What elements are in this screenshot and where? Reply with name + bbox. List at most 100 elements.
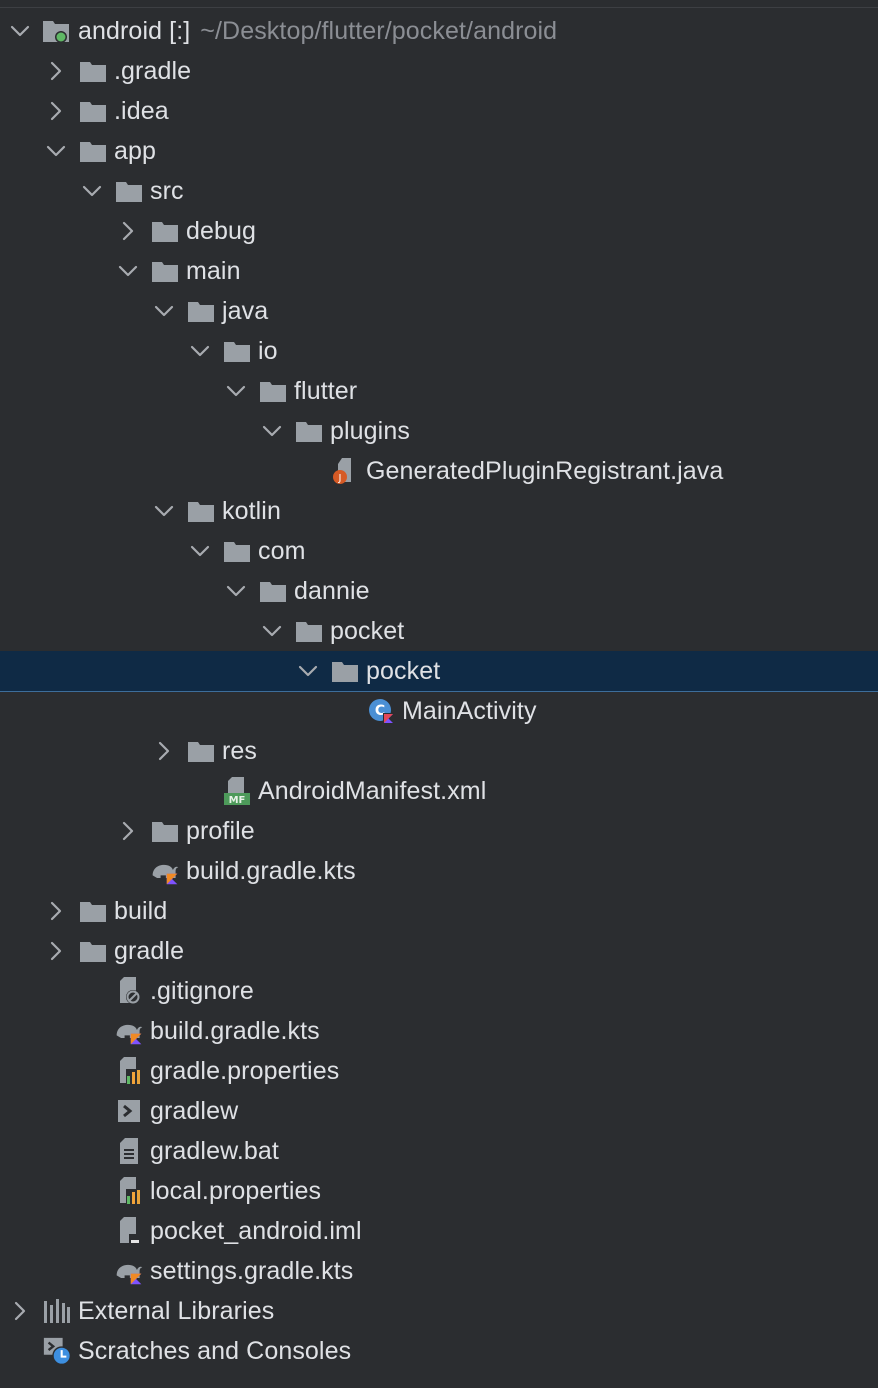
gradle-kts-icon (114, 1016, 144, 1046)
tree-node-label: res (222, 736, 258, 765)
folder-icon (222, 336, 252, 366)
tree-row-scratches-and-consoles[interactable]: Scratches and Consoles (0, 1331, 878, 1371)
folder-icon (258, 576, 288, 606)
tree-row-pocket[interactable]: pocket (0, 651, 878, 692)
tree-row-local-properties[interactable]: local.properties (0, 1171, 878, 1211)
tree-row-plugins[interactable]: plugins (0, 411, 878, 451)
folder-icon (78, 56, 108, 86)
chevron-down-icon[interactable] (224, 379, 248, 403)
libraries-icon (42, 1296, 72, 1326)
module-path: ~/Desktop/flutter/pocket/android (200, 16, 558, 45)
shell-script-icon (114, 1096, 144, 1126)
tree-row-androidmanifest-xml[interactable]: MF AndroidManifest.xml (0, 771, 878, 811)
tree-node-label: src (150, 176, 184, 205)
folder-icon (294, 416, 324, 446)
tree-row-app[interactable]: app (0, 131, 878, 171)
chevron-down-icon[interactable] (44, 139, 68, 163)
folder-icon (114, 176, 144, 206)
tree-row-kotlin[interactable]: kotlin (0, 491, 878, 531)
tree-row-build[interactable]: build (0, 891, 878, 931)
tree-node-label: local.properties (150, 1176, 322, 1205)
tree-row-gitignore[interactable]: .gitignore (0, 971, 878, 1011)
folder-icon (186, 496, 216, 526)
chevron-right-icon[interactable] (116, 219, 140, 243)
gradle-kts-icon (150, 856, 180, 886)
tree-row-java[interactable]: java (0, 291, 878, 331)
chevron-down-icon[interactable] (188, 539, 212, 563)
chevron-right-icon[interactable] (44, 99, 68, 123)
tree-row-build-gradle-kts[interactable]: build.gradle.kts (0, 851, 878, 891)
ignore-file-icon (114, 976, 144, 1006)
chevron-right-icon[interactable] (116, 819, 140, 843)
tree-row-gradlew-bat[interactable]: gradlew.bat (0, 1131, 878, 1171)
chevron-down-icon[interactable] (224, 579, 248, 603)
tree-row-generatedpluginregistrant-java[interactable]: J GeneratedPluginRegistrant.java (0, 451, 878, 491)
text-file-icon (114, 1136, 144, 1166)
tree-node-label: .idea (114, 96, 169, 125)
tree-row-gradle[interactable]: gradle (0, 931, 878, 971)
chevron-down-icon[interactable] (152, 299, 176, 323)
chevron-right-icon[interactable] (44, 939, 68, 963)
properties-file-icon (114, 1056, 144, 1086)
tree-row-profile[interactable]: profile (0, 811, 878, 851)
chevron-down-icon[interactable] (188, 339, 212, 363)
tree-row-gradlew[interactable]: gradlew (0, 1091, 878, 1131)
tree-node-label: pocket (330, 616, 405, 645)
tree-node-label: dannie (294, 576, 370, 605)
tree-row-android[interactable]: android [:] ~/Desktop/flutter/pocket/andr… (0, 11, 878, 51)
tree-row-idea[interactable]: .idea (0, 91, 878, 131)
module-folder-icon (42, 16, 72, 46)
svg-text:MF: MF (229, 795, 246, 806)
tree-row-main[interactable]: main (0, 251, 878, 291)
iml-file-icon (114, 1216, 144, 1246)
tree-node-label: android [:] (78, 16, 191, 45)
tree-row-build-gradle-kts[interactable]: build.gradle.kts (0, 1011, 878, 1051)
project-tree[interactable]: android [:] ~/Desktop/flutter/pocket/andr… (0, 11, 878, 1371)
tree-node-label: build.gradle.kts (150, 1016, 320, 1045)
tree-node-label: build (114, 896, 168, 925)
tree-row-dannie[interactable]: dannie (0, 571, 878, 611)
chevron-down-icon[interactable] (260, 619, 284, 643)
tree-row-external-libraries[interactable]: External Libraries (0, 1291, 878, 1331)
tree-row-res[interactable]: res (0, 731, 878, 771)
chevron-down-icon[interactable] (296, 659, 320, 683)
folder-icon (186, 296, 216, 326)
chevron-down-icon[interactable] (260, 419, 284, 443)
folder-icon (294, 616, 324, 646)
chevron-right-icon[interactable] (8, 1299, 32, 1323)
tree-row-pocket[interactable]: pocket (0, 611, 878, 651)
chevron-right-icon[interactable] (44, 899, 68, 923)
tree-node-label: settings.gradle.kts (150, 1256, 354, 1285)
tree-node-label: Scratches and Consoles (78, 1336, 352, 1365)
tree-row-src[interactable]: src (0, 171, 878, 211)
chevron-down-icon[interactable] (152, 499, 176, 523)
java-file-icon: J (330, 456, 360, 486)
tree-row-mainactivity[interactable]: C MainActivity (0, 691, 878, 731)
chevron-right-icon[interactable] (152, 739, 176, 763)
folder-icon (330, 656, 360, 686)
chevron-right-icon[interactable] (44, 59, 68, 83)
tree-row-com[interactable]: com (0, 531, 878, 571)
tree-row-pocket-android-iml[interactable]: pocket_android.iml (0, 1211, 878, 1251)
tree-row-settings-gradle-kts[interactable]: settings.gradle.kts (0, 1251, 878, 1291)
tree-row-io[interactable]: io (0, 331, 878, 371)
scratches-icon (42, 1336, 72, 1366)
panel-top-border (0, 7, 878, 8)
tree-row-gradle[interactable]: .gradle (0, 51, 878, 91)
tree-row-gradle-properties[interactable]: gradle.properties (0, 1051, 878, 1091)
chevron-down-icon[interactable] (116, 259, 140, 283)
tree-node-label: main (186, 256, 241, 285)
tree-row-flutter[interactable]: flutter (0, 371, 878, 411)
gradle-kts-icon (114, 1256, 144, 1286)
folder-icon (78, 136, 108, 166)
chevron-down-icon[interactable] (80, 179, 104, 203)
folder-icon (186, 736, 216, 766)
chevron-down-icon[interactable] (8, 19, 32, 43)
tree-row-debug[interactable]: debug (0, 211, 878, 251)
folder-icon (222, 536, 252, 566)
